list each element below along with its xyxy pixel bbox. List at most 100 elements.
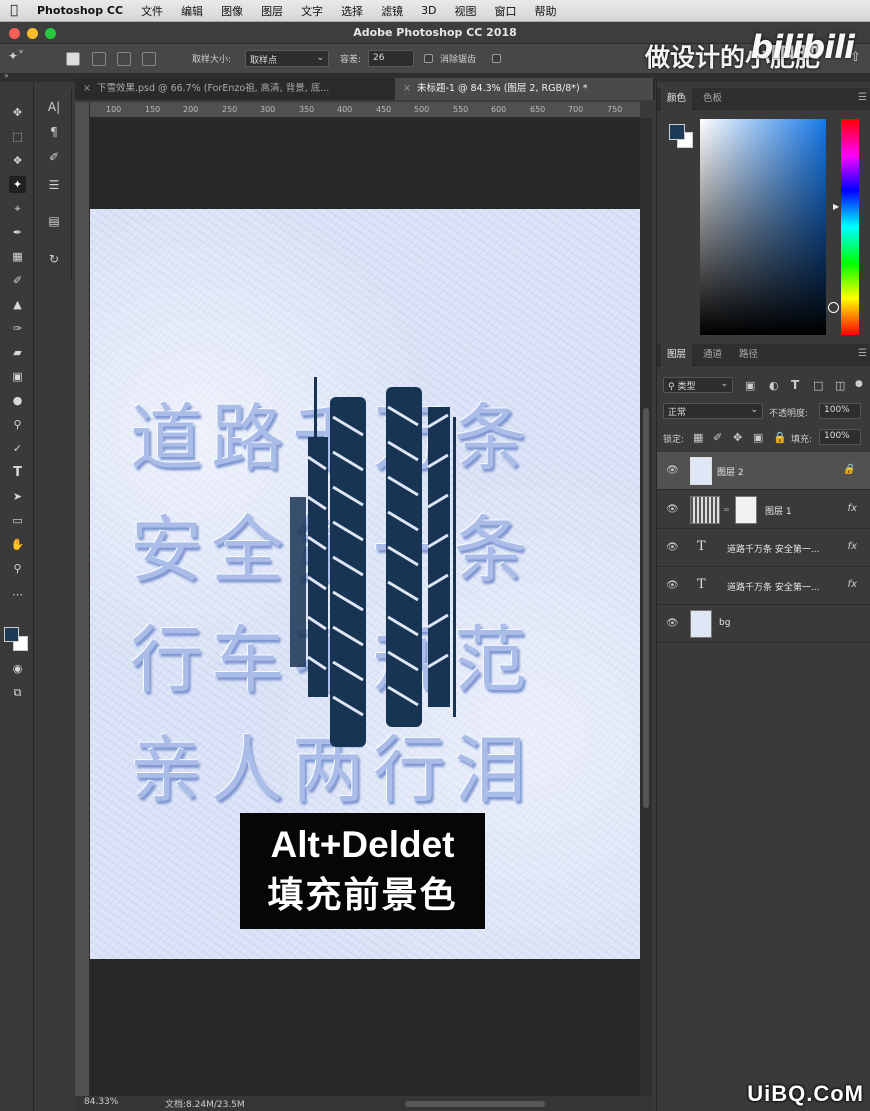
tab-channels[interactable]: 通道 — [697, 344, 728, 366]
tab-untitled-1[interactable]: × 未标题-1 @ 84.3% (图层 2, RGB/8*) * — [395, 78, 653, 100]
menu-window[interactable]: 窗口 — [486, 3, 526, 19]
menu-file[interactable]: 文件 — [132, 3, 172, 19]
lock-pixels-icon[interactable]: ✐ — [713, 431, 722, 444]
blend-mode-select[interactable]: 正常 ⌄ — [663, 403, 763, 419]
type-tool-icon[interactable]: T — [9, 464, 26, 481]
history-panel-icon[interactable]: ↻ — [45, 250, 63, 268]
expand-panels-icon[interactable]: » — [4, 71, 9, 80]
scrollbar-thumb[interactable] — [643, 408, 649, 808]
tab-layers[interactable]: 图层 — [661, 344, 693, 366]
opacity-input[interactable]: 100% — [819, 403, 861, 419]
horizontal-scrollbar[interactable] — [405, 1101, 545, 1107]
eye-icon[interactable]: 👁 — [666, 542, 679, 553]
layer-effects-icon[interactable]: fx — [848, 579, 857, 590]
paragraph-panel-icon[interactable]: ¶ — [45, 123, 63, 141]
menu-type[interactable]: 文字 — [292, 3, 332, 19]
lasso-tool-icon[interactable]: ❖ — [9, 152, 26, 169]
panel-menu-icon[interactable]: ☰ — [858, 92, 867, 103]
eye-icon[interactable]: 👁 — [666, 580, 679, 591]
link-icon[interactable]: ∞ — [723, 505, 730, 514]
more-tools-icon[interactable]: ⋯ — [9, 586, 26, 603]
layer-name[interactable]: 道路千万条 安全第一... — [727, 542, 819, 555]
eyedropper-tool-icon[interactable]: ✒ — [9, 224, 26, 241]
quick-mask-icon[interactable]: ◉ — [9, 660, 26, 677]
marquee-tool-icon[interactable]: ⬚ — [9, 128, 26, 145]
menu-app[interactable]: Photoshop CC — [28, 4, 132, 17]
dodge-tool-icon[interactable]: ⚲ — [9, 416, 26, 433]
pen-tool-icon[interactable]: ✓ — [9, 440, 26, 457]
menu-view[interactable]: 视图 — [446, 3, 486, 19]
tab-color[interactable]: 颜色 — [661, 88, 693, 110]
menu-edit[interactable]: 编辑 — [172, 3, 212, 19]
eye-icon[interactable]: 👁 — [666, 618, 679, 629]
lock-artboard-icon[interactable]: ▣ — [753, 431, 763, 444]
path-selection-tool-icon[interactable]: ➤ — [9, 488, 26, 505]
menu-3d[interactable]: 3D — [412, 4, 445, 17]
tab-snow-effect[interactable]: × 下雪效果.psd @ 66.7% (ForEnzo祖, 高清, 背景, 底.… — [75, 78, 393, 100]
rectangle-tool-icon[interactable]: ▭ — [9, 512, 26, 529]
close-tab-icon[interactable]: × — [403, 78, 411, 100]
lock-position-icon[interactable]: ✥ — [733, 431, 742, 444]
menu-select[interactable]: 选择 — [332, 3, 372, 19]
eye-icon[interactable]: 👁 — [666, 504, 679, 515]
filter-smart-object-icon[interactable]: ◫ — [835, 379, 845, 392]
clone-stamp-tool-icon[interactable]: ▲ — [9, 296, 26, 313]
hand-tool-icon[interactable]: ✋ — [9, 536, 26, 553]
zoom-level[interactable]: 84.33% — [84, 1097, 118, 1107]
sample-size-select[interactable]: 取样点 ⌄ — [245, 50, 329, 67]
layer-name[interactable]: bg — [719, 618, 730, 628]
crop-tool-icon[interactable]: ⌖ — [9, 200, 26, 217]
lock-transparent-icon[interactable]: ▦ — [693, 431, 703, 444]
tab-paths[interactable]: 路径 — [733, 344, 764, 366]
layer-name[interactable]: 图层 2 — [717, 465, 744, 478]
properties-panel-icon[interactable]: ▤ — [45, 212, 63, 230]
layer-effects-icon[interactable]: fx — [848, 503, 857, 514]
move-tool-icon[interactable]: ✥ — [9, 104, 26, 121]
lock-all-icon[interactable]: 🔒 — [773, 431, 787, 444]
eye-icon[interactable]: 👁 — [666, 465, 679, 476]
tolerance-input[interactable]: 26 — [368, 50, 414, 67]
menu-filter[interactable]: 滤镜 — [372, 3, 412, 19]
fill-input[interactable]: 100% — [819, 429, 861, 445]
intersect-selection-button[interactable] — [142, 52, 156, 66]
magic-wand-tool-icon[interactable]: ✦ — [9, 176, 26, 193]
healing-brush-tool-icon[interactable]: ▦ — [9, 248, 26, 265]
magic-wand-tool-preset-icon[interactable]: ✦˅ — [8, 49, 24, 63]
color-picker-ring[interactable] — [828, 302, 839, 313]
contiguous-checkbox[interactable] — [492, 54, 501, 63]
brush-tool-icon[interactable]: ✐ — [9, 272, 26, 289]
blur-tool-icon[interactable]: ● — [9, 392, 26, 409]
tab-swatches[interactable]: 色板 — [697, 88, 728, 110]
layer-name[interactable]: 图层 1 — [765, 504, 792, 517]
filter-adjustment-icon[interactable]: ◐ — [769, 379, 779, 392]
panel-menu-icon[interactable]: ☰ — [858, 348, 867, 359]
layer-row[interactable]: 👁 T 道路千万条 安全第一... fx — [657, 567, 870, 605]
layer-name[interactable]: 道路千万条 安全第一... — [727, 580, 819, 593]
layer-row[interactable]: 👁 bg — [657, 605, 870, 643]
apple-icon[interactable]:  — [0, 3, 28, 18]
zoom-tool-icon[interactable]: ⚲ — [9, 560, 26, 577]
screen-mode-icon[interactable]: ⧉ — [9, 684, 26, 701]
layer-filter-select[interactable]: ⚲ 类型 ⌄ — [663, 377, 733, 393]
layer-mask-thumbnail[interactable] — [735, 496, 757, 524]
new-selection-button[interactable] — [66, 52, 80, 66]
layer-row[interactable]: 👁 图层 2 🔒 — [657, 452, 870, 490]
layer-row[interactable]: 👁 ∞ 图层 1 fx — [657, 491, 870, 529]
subtract-selection-button[interactable] — [117, 52, 131, 66]
filter-shape-icon[interactable]: □ — [813, 379, 823, 392]
canvas[interactable]: 道路千万条 安全第一条 行车不规范 亲人两行泪 Alt+Deldet 填充前景色 — [90, 209, 640, 959]
menu-help[interactable]: 帮助 — [526, 3, 566, 19]
filter-toggle-icon[interactable]: ● — [855, 379, 863, 389]
vertical-scrollbar[interactable] — [640, 118, 652, 1096]
layer-effects-icon[interactable]: fx — [848, 541, 857, 552]
gradient-tool-icon[interactable]: ▣ — [9, 368, 26, 385]
history-brush-tool-icon[interactable]: ✑ — [9, 320, 26, 337]
anti-alias-checkbox[interactable] — [424, 54, 433, 63]
hue-slider-pointer[interactable]: ▶ — [833, 202, 839, 211]
menu-layer[interactable]: 图层 — [252, 3, 292, 19]
eraser-tool-icon[interactable]: ▰ — [9, 344, 26, 361]
filter-pixel-icon[interactable]: ▣ — [745, 379, 755, 392]
hue-slider[interactable] — [841, 119, 859, 335]
foreground-color-swatch[interactable] — [4, 627, 19, 642]
brush-panel-icon[interactable]: ✐ — [45, 148, 63, 166]
